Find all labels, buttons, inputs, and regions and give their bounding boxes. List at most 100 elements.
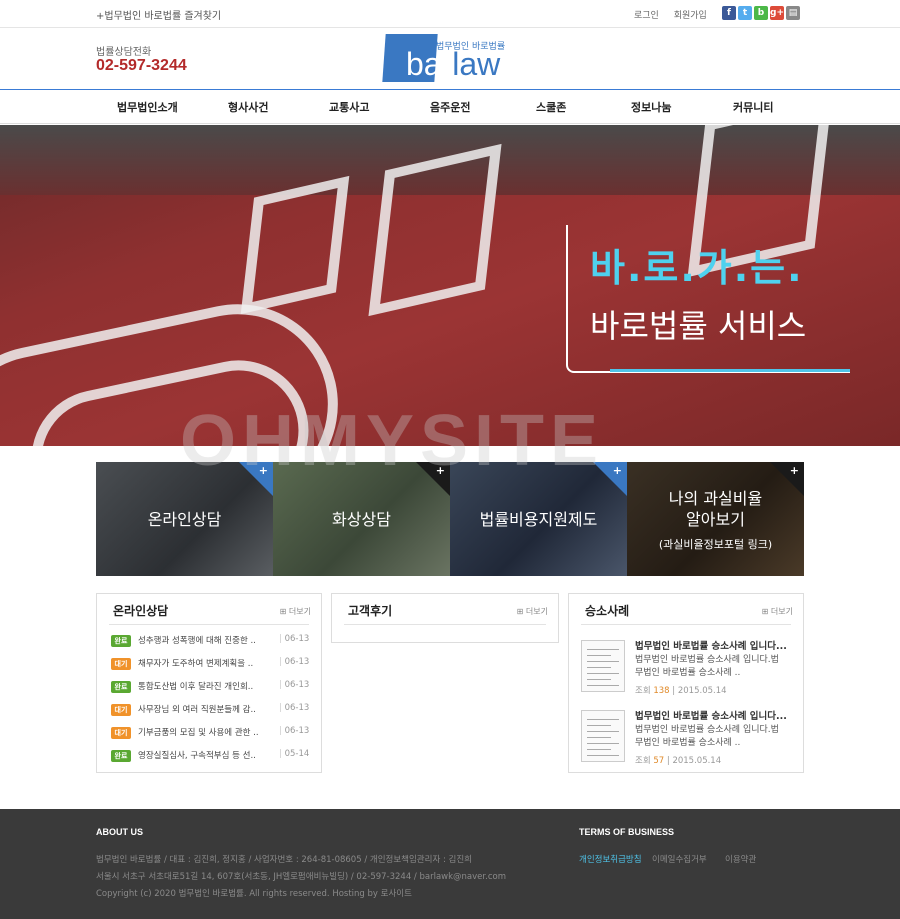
consult-title: 채무자가 도주하여 변제계획을 .. bbox=[138, 659, 254, 669]
twitter-icon[interactable]: t bbox=[738, 6, 752, 20]
login-link[interactable]: 로그인 bbox=[634, 11, 659, 21]
consult-row[interactable]: 완료 성추행과 성폭행에 대해 진중한 .. | 06-13 bbox=[111, 634, 309, 648]
nav-item[interactable]: 스쿨존 bbox=[536, 99, 566, 115]
logo-wordmark: barlaw bbox=[406, 46, 501, 82]
board-title: 고객후기 bbox=[348, 604, 393, 618]
hero-subline: 바로법률 서비스 bbox=[590, 307, 807, 345]
case-title: 법무법인 바로법률 승소사례 입니다... bbox=[635, 711, 787, 722]
quick-fault-ratio[interactable]: + 나의 과실비율 알아보기 (과실비율정보포털 링크) bbox=[627, 462, 804, 576]
date-value: 06-13 bbox=[284, 726, 310, 736]
hero-banner: 바.로.가.는. 바로법률 서비스 bbox=[0, 125, 900, 446]
board-title: 온라인상담 bbox=[113, 604, 169, 618]
divider bbox=[344, 624, 546, 625]
hero-frame-accent bbox=[610, 369, 850, 372]
sns-icons: f t b g+ ▤ bbox=[722, 6, 800, 20]
consult-title: 성추행과 성폭행에 대해 진중한 .. bbox=[138, 636, 256, 646]
hero-headline: 바.로.가.는. bbox=[590, 246, 804, 290]
case-desc: 법무법인 바로법률 승소사례 입니다.법무법인 바로법률 승소사례 .. bbox=[635, 655, 779, 678]
quick-legal-cost-support[interactable]: + 법률비용지원제도 bbox=[450, 462, 627, 576]
case-thumbnail bbox=[581, 710, 625, 762]
case-desc: 법무법인 바로법률 승소사례 입니다.법무법인 바로법률 승소사례 .. bbox=[635, 725, 779, 748]
more-link[interactable]: ⊞ 더보기 bbox=[517, 606, 548, 617]
google-plus-icon[interactable]: g+ bbox=[770, 6, 784, 20]
nav-item[interactable]: 교통사고 bbox=[329, 99, 369, 115]
status-badge: 대기 bbox=[111, 727, 131, 739]
consult-row[interactable]: 대기 사무장님 외 여러 직원분들께 감.. | 06-13 bbox=[111, 703, 309, 717]
status-badge: 대기 bbox=[111, 704, 131, 716]
consult-title: 사무장님 외 여러 직원분들께 감.. bbox=[138, 705, 256, 715]
case-item[interactable]: 법무법인 바로법률 승소사례 입니다... 법무법인 바로법률 승소사례 입니다.… bbox=[581, 638, 787, 704]
status-badge: 완료 bbox=[111, 681, 131, 693]
footer-copyright: Copyright (c) 2020 법무법인 바로법률. All rights… bbox=[96, 889, 412, 899]
road-marking bbox=[368, 143, 502, 317]
more-link[interactable]: ⊞ 더보기 bbox=[280, 606, 311, 617]
win-cases-board: 승소사례 ⊞ 더보기 법무법인 바로법률 승소사례 입니다... 법무법인 바로법… bbox=[568, 593, 804, 773]
consult-row[interactable]: 대기 채무자가 도주하여 변제계획을 .. | 06-13 bbox=[111, 657, 310, 671]
quick-label: 나의 과실비율 알아보기 bbox=[668, 489, 763, 529]
case-item[interactable]: 법무법인 바로법률 승소사례 입니다... 법무법인 바로법률 승소사례 입니다.… bbox=[581, 708, 787, 774]
terms-title: TERMS OF BUSINESS bbox=[579, 827, 675, 837]
road-marking bbox=[240, 175, 350, 315]
email-refusal-link[interactable]: 이메일수집거부 bbox=[652, 853, 707, 865]
header: 법률상담전화 02-597-3244 법무법인 바로법률 barlaw bbox=[0, 28, 900, 90]
divider bbox=[109, 624, 309, 625]
status-badge: 대기 bbox=[111, 658, 131, 670]
plus-icon: + bbox=[258, 464, 268, 477]
date-value: 06-13 bbox=[284, 657, 310, 667]
quick-video-consult[interactable]: + 화상상담 bbox=[273, 462, 450, 576]
top-bar: +법무법인 바로법률 즐겨찾기 로그인 회원가입 f t b g+ ▤ bbox=[0, 0, 900, 28]
tel-label: 법률상담전화 bbox=[96, 47, 152, 58]
consult-date: | 06-13 bbox=[279, 703, 309, 713]
consult-title: 영장실질심사, 구속적부심 등 선.. bbox=[138, 751, 256, 761]
status-badge: 완료 bbox=[111, 750, 131, 762]
consult-row[interactable]: 완료 영장실질심사, 구속적부심 등 선.. | 05-14 bbox=[111, 749, 309, 763]
bookmark-link[interactable]: +법무법인 바로법률 즐겨찾기 bbox=[96, 7, 221, 22]
consult-row[interactable]: 대기 기부금품의 모집 및 사용에 관한 .. | 06-13 bbox=[111, 726, 309, 740]
quick-label: 화상상담 bbox=[332, 510, 391, 529]
plus-icon: + bbox=[435, 464, 445, 477]
nav-item[interactable]: 형사사건 bbox=[228, 99, 268, 115]
footer-address: 서울시 서초구 서초대로51길 14, 607호(서초동, JH엘로펌애비뉴빌딩… bbox=[96, 872, 506, 882]
case-title: 법무법인 바로법률 승소사례 입니다... bbox=[635, 641, 787, 652]
consult-row[interactable]: 완료 통합도산법 이후 달라진 개인회.. | 06-13 bbox=[111, 680, 310, 694]
case-thumbnail bbox=[581, 640, 625, 692]
quick-online-consult[interactable]: + 온라인상담 bbox=[96, 462, 273, 576]
site-logo[interactable]: 법무법인 바로법률 barlaw bbox=[382, 32, 518, 84]
nav-item[interactable]: 정보나눔 bbox=[631, 99, 671, 115]
review-board: 고객후기 ⊞ 더보기 bbox=[331, 593, 559, 643]
divider bbox=[581, 624, 791, 625]
date-value: 06-13 bbox=[284, 634, 310, 644]
consult-date: | 06-13 bbox=[279, 634, 309, 644]
consult-date: | 06-13 bbox=[279, 726, 309, 736]
consult-date: | 05-14 bbox=[279, 749, 309, 759]
join-link[interactable]: 회원가입 bbox=[674, 11, 707, 21]
online-consult-board: 온라인상담 ⊞ 더보기 완료 성추행과 성폭행에 대해 진중한 .. | 06-13… bbox=[96, 593, 322, 773]
member-links: 로그인 회원가입 bbox=[634, 8, 719, 21]
quick-label: 법률비용지원제도 bbox=[479, 510, 598, 529]
band-icon[interactable]: b bbox=[754, 6, 768, 20]
plus-icon: + bbox=[612, 464, 622, 477]
footer-company-info: 법무법인 바로법률 / 대표 : 김진희, 정지홍 / 사업자번호 : 264-… bbox=[96, 855, 472, 865]
main-nav: 법무법인소개 형사사건 교통사고 음주운전 스쿨존 정보나눔 커뮤니티 bbox=[0, 90, 900, 124]
print-icon[interactable]: ▤ bbox=[786, 6, 800, 20]
board-title: 승소사례 bbox=[585, 604, 630, 618]
privacy-policy-link[interactable]: 개인정보취급방침 bbox=[579, 853, 642, 865]
case-meta: 조회 57 | 2015.05.14 bbox=[635, 756, 722, 766]
nav-item[interactable]: 음주운전 bbox=[430, 99, 470, 115]
footer: ABOUT US 법무법인 바로법률 / 대표 : 김진희, 정지홍 / 사업자… bbox=[0, 809, 900, 919]
status-badge: 완료 bbox=[111, 635, 131, 647]
terms-of-use-link[interactable]: 이용약관 bbox=[725, 853, 756, 865]
nav-item[interactable]: 커뮤니티 bbox=[733, 99, 773, 115]
plus-icon: + bbox=[789, 464, 799, 477]
more-link[interactable]: ⊞ 더보기 bbox=[762, 606, 793, 617]
date-value: 05-14 bbox=[284, 749, 310, 759]
quick-sublabel: (과실비율정보포털 링크) bbox=[658, 538, 773, 551]
consult-title: 통합도산법 이후 달라진 개인회.. bbox=[138, 682, 254, 692]
case-meta: 조회 138 | 2015.05.14 bbox=[635, 686, 727, 696]
consult-title: 기부금품의 모집 및 사용에 관한 .. bbox=[138, 728, 259, 738]
date-value: 06-13 bbox=[284, 680, 310, 690]
date-value: 06-13 bbox=[284, 703, 310, 713]
nav-item[interactable]: 법무법인소개 bbox=[117, 99, 178, 115]
quick-label: 온라인상담 bbox=[147, 510, 222, 529]
facebook-icon[interactable]: f bbox=[722, 6, 736, 20]
